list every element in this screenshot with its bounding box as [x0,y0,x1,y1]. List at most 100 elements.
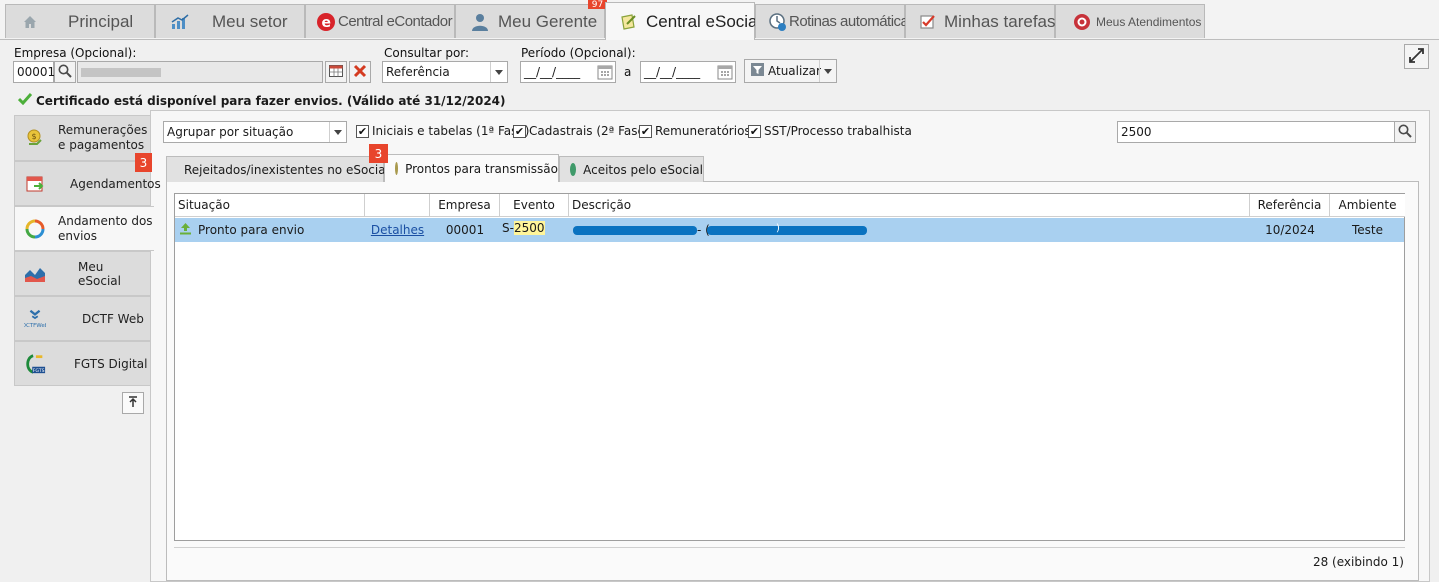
expand-button[interactable] [1404,44,1429,69]
cell-empresa: 00001 [445,223,485,237]
refresh-icon [24,218,46,240]
sidebar-item-andamento[interactable]: Andamento dos envios [14,206,154,251]
redacted-text [707,226,867,235]
schedule-icon [768,12,788,32]
empresa-label: Empresa (Opcional): [14,46,137,60]
chart-icon [170,12,190,32]
empresa-clear-button[interactable] [349,61,371,83]
events-table: Situação Empresa Evento Descrição Referê… [174,193,1405,541]
tab-prontos[interactable]: Prontos para transmissão [384,154,559,182]
svg-text:FGTS: FGTS [33,368,45,374]
update-button[interactable]: Atualizar [744,59,837,83]
prontos-badge: 3 [369,144,388,163]
search-input[interactable]: 2500 [1117,121,1395,143]
sidebar-item-dctf-web[interactable]: DCTFWeb DCTF Web [14,296,151,341]
svg-text:$: $ [31,132,36,141]
support-icon [1072,12,1092,32]
checkbox-checked[interactable]: ✔ [748,124,761,138]
sidebar-item-meu-esocial[interactable]: Meu eSocial [14,251,151,296]
arrow-up-icon [128,395,138,411]
cell-evento: S- 2500 [502,221,545,235]
check-remuneratorios[interactable]: ✔ Remuneratórios [639,124,751,138]
column-header-ambiente[interactable]: Ambiente [1330,194,1405,217]
search-icon [58,64,72,81]
tab-principal[interactable]: Principal [5,4,155,38]
footer-divider [174,547,1405,548]
fgts-logo-icon: FGTS [24,353,46,375]
scroll-top-button[interactable] [122,392,144,414]
empresa-list-button[interactable] [325,61,347,83]
column-header-descricao[interactable]: Descrição [569,194,1250,217]
check-sst[interactable]: ✔ SST/Processo trabalhista [748,124,912,138]
consultar-label: Consultar por: [384,46,470,60]
chevron-down-icon[interactable] [819,60,836,82]
search-highlight: 2500 [513,221,545,235]
details-link[interactable]: Detalhes [371,223,424,237]
search-button[interactable] [1394,121,1416,143]
table-row[interactable]: Pronto para envio Detalhes 00001 S- 2500 … [175,218,1404,242]
tab-rotinas-automaticas[interactable]: Rotinas automáticas [755,4,916,38]
checkbox-icon [920,12,936,32]
empresa-search-button[interactable] [54,61,76,83]
periodo-label: Período (Opcional): [521,46,636,60]
tab-central-esocial[interactable]: Central eSocial [605,2,761,40]
date-from-input[interactable]: __/__/____ [520,61,616,83]
tab-aceitos[interactable]: Aceitos pelo eSocial [559,156,704,182]
table-icon [329,64,343,80]
cell-referencia: 10/2024 [1265,223,1315,237]
agendamentos-badge: 3 [135,153,152,172]
redacted-text [573,226,697,235]
search-icon [1398,124,1412,141]
cell-ambiente: Teste [1351,223,1383,237]
status-green-icon [570,163,577,176]
status-yellow-icon [395,162,399,175]
column-header-referencia[interactable]: Referência [1250,194,1330,217]
empresa-name-input[interactable] [77,61,323,83]
sidebar-item-agendamentos[interactable]: Agendamentos [14,161,161,206]
money-icon: $ [24,127,46,149]
tab-meu-setor[interactable]: Meu setor [155,4,305,38]
empresa-code-input[interactable]: 00001 [13,61,55,83]
record-count: 28 (exibindo 1) [1312,555,1404,569]
column-header-empresa[interactable]: Empresa [430,194,500,217]
tab-minhas-tarefas[interactable]: Minhas tarefas [905,4,1056,38]
date-separator: a [624,65,632,79]
group-by-select[interactable]: Agrupar por situação [163,121,347,143]
close-icon [353,64,367,81]
expand-icon [1409,47,1424,66]
date-to-input[interactable]: __/__/____ [640,61,736,83]
check-cadastrais[interactable]: ✔ Cadastrais (2ª Fase) [513,124,650,138]
redacted-company-name [81,67,161,77]
chevron-down-icon [490,62,507,82]
upload-icon [179,222,192,238]
svg-text:DCTFWeb: DCTFWeb [24,323,46,329]
column-header-actions[interactable] [365,194,430,217]
cell-situacao: Pronto para envio [179,218,365,242]
calendar-icon[interactable] [597,64,613,83]
sidebar-item-fgts-digital[interactable]: FGTS FGTS Digital [14,341,151,386]
tab-rejeitados[interactable]: Rejeitados/inexistentes no eSocial [166,156,389,182]
checkbox-checked[interactable]: ✔ [639,124,652,138]
checkbox-checked[interactable]: ✔ [356,124,369,138]
consultar-select[interactable]: Referência [382,61,508,83]
tab-central-econtador[interactable]: e Central eContador [305,4,455,38]
tab-meu-gerente[interactable]: Meu Gerente [455,4,605,38]
tab-meus-atendimentos[interactable]: Meus Atendimentos [1055,4,1205,38]
dctfweb-logo-icon: DCTFWeb [24,308,46,330]
cell-actions: Detalhes [365,218,430,242]
chevron-down-icon [329,122,346,142]
calendar-icon[interactable] [717,64,733,83]
checkbox-checked[interactable]: ✔ [513,124,526,138]
e-logo-icon: e [316,12,336,32]
check-iniciais[interactable]: ✔ Iniciais e tabelas (1ª Fase) [356,124,529,138]
edit-document-icon [620,12,638,32]
sidebar-item-remuneracoes[interactable]: $ Remunerações e pagamentos [14,115,151,161]
column-header-evento[interactable]: Evento [500,194,569,217]
home-icon [20,12,40,32]
column-header-situacao[interactable]: Situação [175,194,365,217]
svg-text:e: e [322,15,331,31]
area-chart-icon [24,263,46,285]
certificate-status: Certificado está disponível para fazer e… [17,93,506,108]
person-icon [470,12,490,32]
module-tab-bar: Principal Meu setor e Central eContador … [0,0,1439,40]
